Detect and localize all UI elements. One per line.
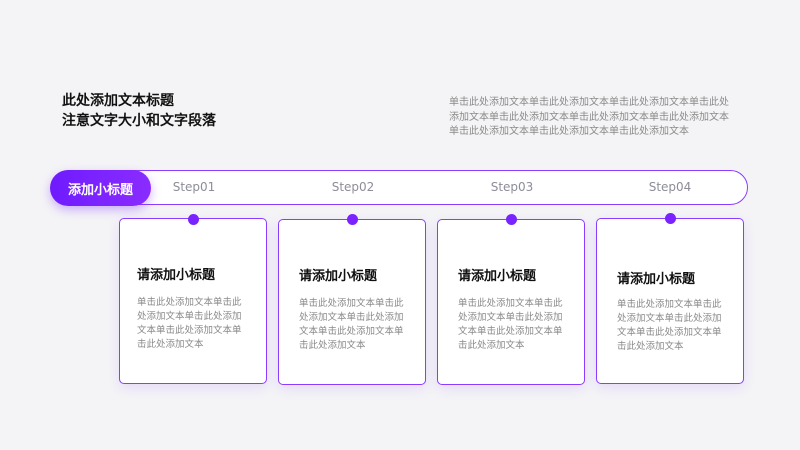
card-body: 单击此处添加文本单击此 处添加文本单击此处添加 文本单击此处添加文本单 击此处添… <box>458 297 563 353</box>
card-body-line: 文本单击此处添加文本单 <box>617 327 722 338</box>
step-card-3: 请添加小标题 单击此处添加文本单击此 处添加文本单击此处添加 文本单击此处添加文… <box>437 219 585 385</box>
card-body-line: 击此处添加文本 <box>458 340 525 351</box>
description-text: 单击此处添加文本单击此处添加文本单击此处添加文本单击此处 添加文本单击此处添加文… <box>449 96 739 140</box>
card-body-line: 单击此处添加文本单击此 <box>458 298 563 309</box>
card-body-line: 击此处添加文本 <box>617 341 684 352</box>
card-body-line: 单击此处添加文本单击此 <box>617 299 722 310</box>
timeline-dot-3 <box>506 214 517 225</box>
card-body-line: 击此处添加文本 <box>299 340 366 351</box>
card-body-line: 处添加文本单击此处添加 <box>458 312 563 323</box>
timeline-dot-4 <box>665 213 676 224</box>
step-label-2: Step02 <box>331 180 375 194</box>
timeline-dot-2 <box>347 214 358 225</box>
step-card-2: 请添加小标题 单击此处添加文本单击此 处添加文本单击此处添加 文本单击此处添加文… <box>278 219 426 385</box>
card-body-line: 单击此处添加文本单击此 <box>299 298 404 309</box>
step-label-1: Step01 <box>172 180 216 194</box>
card-body-line: 处添加文本单击此处添加 <box>137 311 242 322</box>
title-line-2: 注意文字大小和文字段落 <box>62 113 216 129</box>
card-body: 单击此处添加文本单击此 处添加文本单击此处添加 文本单击此处添加文本单 击此处添… <box>137 296 242 352</box>
step-label-4: Step04 <box>648 180 692 194</box>
card-body-line: 击此处添加文本 <box>137 339 204 350</box>
description-line: 添加文本单击此处添加文本单击此处添加文本单击此处添加文本 <box>449 111 729 123</box>
timeline-highlight-pill: 添加小标题 <box>50 170 151 206</box>
card-body-line: 处添加文本单击此处添加 <box>617 313 722 324</box>
card-body-line: 文本单击此处添加文本单 <box>299 326 404 337</box>
card-title: 请添加小标题 <box>458 269 537 284</box>
timeline-dot-1 <box>188 214 199 225</box>
step-label-3: Step03 <box>490 180 534 194</box>
card-title: 请添加小标题 <box>137 268 216 283</box>
description-line: 单击此处添加文本单击此处添加文本单击此处添加文本单击此处 <box>449 97 729 108</box>
title-line-1: 此处添加文本标题 <box>62 93 174 109</box>
card-body: 单击此处添加文本单击此 处添加文本单击此处添加 文本单击此处添加文本单 击此处添… <box>299 297 404 353</box>
description-line: 单击此处添加文本单击此处添加文本单击此处添加文本 <box>449 126 689 137</box>
card-body-line: 处添加文本单击此处添加 <box>299 312 404 323</box>
card-body-line: 文本单击此处添加文本单 <box>137 325 242 336</box>
card-body-line: 文本单击此处添加文本单 <box>458 326 563 337</box>
card-title: 请添加小标题 <box>299 269 378 284</box>
step-card-4: 请添加小标题 单击此处添加文本单击此 处添加文本单击此处添加 文本单击此处添加文… <box>596 218 744 384</box>
slide-title: 此处添加文本标题 注意文字大小和文字段落 <box>62 91 216 131</box>
card-body: 单击此处添加文本单击此 处添加文本单击此处添加 文本单击此处添加文本单 击此处添… <box>617 298 722 354</box>
card-title: 请添加小标题 <box>617 272 696 287</box>
step-card-1: 请添加小标题 单击此处添加文本单击此 处添加文本单击此处添加 文本单击此处添加文… <box>119 218 267 384</box>
card-body-line: 单击此处添加文本单击此 <box>137 297 242 308</box>
